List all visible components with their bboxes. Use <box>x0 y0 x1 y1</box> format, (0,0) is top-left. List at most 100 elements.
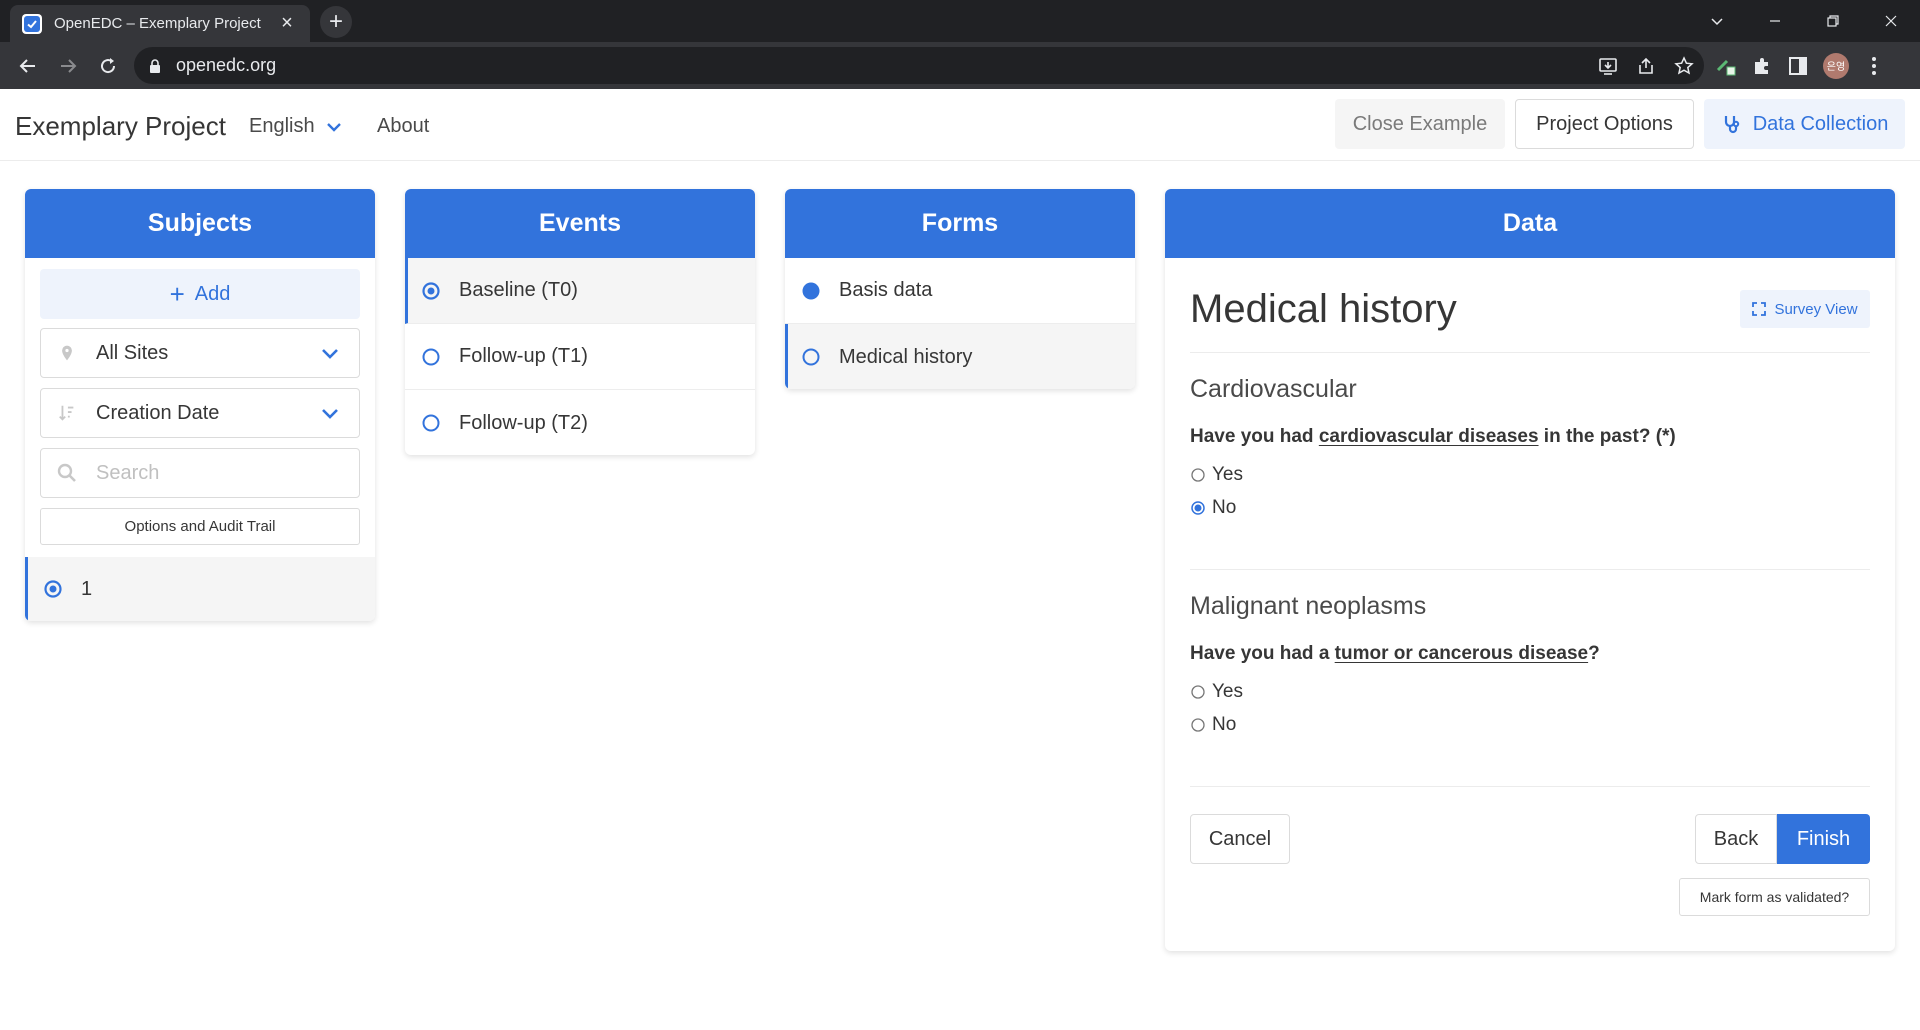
extensions-puzzle-icon[interactable] <box>1751 55 1773 77</box>
form-item-medical-history[interactable]: Medical history <box>785 324 1135 389</box>
sort-value: Creation Date <box>96 401 220 424</box>
event-label: Follow-up (T1) <box>459 345 588 367</box>
form-label: Medical history <box>839 345 973 368</box>
survey-view-button[interactable]: Survey View <box>1740 290 1870 328</box>
search-icon <box>57 463 76 482</box>
cardiovascular-no-option[interactable]: No <box>1190 497 1236 519</box>
divider <box>1190 786 1870 787</box>
stethoscope-icon <box>1724 116 1739 134</box>
event-item-followup-t1[interactable]: Follow-up (T1) <box>405 324 755 390</box>
radio-checked <box>1191 501 1205 515</box>
extension-status-icon[interactable] <box>1715 55 1737 77</box>
bookmark-star-icon[interactable] <box>1674 55 1694 76</box>
radio-unchecked <box>1191 468 1205 482</box>
form-title: Medical history <box>1190 287 1457 331</box>
profile-avatar[interactable]: 은영 <box>1823 52 1849 79</box>
event-item-baseline[interactable]: Baseline (T0) <box>405 258 755 324</box>
form-label: Basis data <box>839 279 933 301</box>
subjects-panel: Subjects + Add All Sites Creation Date O… <box>25 189 375 621</box>
site-filter-select[interactable]: All Sites <box>40 328 360 378</box>
empty-circle-icon <box>422 414 440 432</box>
chevron-down-icon <box>326 122 341 132</box>
new-tab-button[interactable]: + <box>320 6 352 38</box>
data-panel: Data Medical history Survey View Cardiov… <box>1165 189 1895 951</box>
mark-validated-button[interactable]: Mark form as validated? <box>1679 878 1870 916</box>
sort-icon <box>56 402 78 424</box>
side-panel-icon[interactable] <box>1787 55 1809 77</box>
browser-menu-icon[interactable] <box>1863 55 1885 77</box>
tumor-term-link[interactable]: tumor or cancerous disease <box>1335 643 1588 664</box>
window-controls <box>1688 0 1920 42</box>
question-neoplasms: Have you had a tumor or cancerous diseas… <box>1190 643 1600 664</box>
neoplasm-no-option[interactable]: No <box>1190 714 1236 736</box>
selected-radio-icon <box>44 580 62 598</box>
url-text: openedc.org <box>176 55 277 75</box>
data-collection-label: Data Collection <box>1752 112 1889 135</box>
close-window-icon[interactable] <box>1862 0 1920 42</box>
project-title: Exemplary Project <box>15 111 226 141</box>
language-dropdown[interactable]: English <box>249 115 343 138</box>
install-app-icon[interactable] <box>1598 56 1618 76</box>
subjects-heading: Subjects <box>25 189 375 258</box>
form-item-basis-data[interactable]: Basis data <box>785 258 1135 324</box>
data-collection-button[interactable]: Data Collection <box>1704 99 1905 149</box>
add-subject-label: Add <box>194 282 231 305</box>
about-link[interactable]: About <box>377 115 429 138</box>
close-example-button[interactable]: Close Example <box>1335 99 1505 149</box>
event-item-followup-t2[interactable]: Follow-up (T2) <box>405 390 755 455</box>
question-cardiovascular: Have you had cardiovascular diseases in … <box>1190 426 1676 447</box>
options-audit-trail-button[interactable]: Options and Audit Trail <box>40 508 360 545</box>
back-button[interactable]: Back <box>1695 814 1777 864</box>
empty-circle-icon <box>422 348 440 365</box>
option-label: Yes <box>1212 464 1243 485</box>
chevron-down-icon <box>322 349 338 359</box>
forward-arrow-icon[interactable] <box>52 50 84 82</box>
divider <box>1190 569 1870 570</box>
search-input[interactable] <box>96 461 336 485</box>
minimize-icon[interactable] <box>1746 0 1804 42</box>
section-title: Cardiovascular <box>1190 375 1357 403</box>
forms-heading: Forms <box>785 189 1135 258</box>
cardiovascular-term-link[interactable]: cardiovascular diseases <box>1319 426 1539 447</box>
tab-title: OpenEDC – Exemplary Project <box>54 15 261 32</box>
events-heading: Events <box>405 189 755 258</box>
event-label: Follow-up (T2) <box>459 411 588 434</box>
browser-tabstrip: OpenEDC – Exemplary Project × + <box>0 0 1920 42</box>
empty-circle-icon <box>802 348 820 366</box>
divider <box>1190 352 1870 353</box>
lock-icon <box>150 58 160 73</box>
browser-tab[interactable]: OpenEDC – Exemplary Project × <box>10 5 310 42</box>
neoplasm-yes-option[interactable]: Yes <box>1190 681 1243 703</box>
filled-circle-icon <box>802 282 820 299</box>
expand-icon <box>1752 302 1767 316</box>
subject-list-item[interactable]: 1 <box>25 557 375 621</box>
option-label: No <box>1212 714 1237 735</box>
finish-button[interactable]: Finish <box>1777 814 1870 864</box>
radio-unchecked <box>1191 685 1205 699</box>
option-label: Yes <box>1212 681 1243 702</box>
back-arrow-icon[interactable] <box>12 50 44 82</box>
share-icon[interactable] <box>1636 56 1656 76</box>
project-options-button[interactable]: Project Options <box>1515 99 1694 149</box>
option-label: No <box>1212 497 1237 518</box>
sort-select[interactable]: Creation Date <box>40 388 360 438</box>
openedc-favicon-icon <box>22 13 42 34</box>
events-panel: Events Baseline (T0) Follow-up (T1) Foll… <box>405 189 755 455</box>
forms-panel: Forms Basis data Medical history <box>785 189 1135 389</box>
reload-icon[interactable] <box>92 50 124 82</box>
tab-search-icon[interactable] <box>1688 0 1746 42</box>
cancel-button[interactable]: Cancel <box>1190 814 1290 864</box>
app-navbar: Exemplary Project English About Close Ex… <box>0 89 1920 161</box>
site-filter-value: All Sites <box>96 341 169 364</box>
add-subject-button[interactable]: + Add <box>40 269 360 319</box>
section-title: Malignant neoplasms <box>1190 592 1427 620</box>
tab-close-icon[interactable]: × <box>276 12 298 35</box>
plus-icon: + <box>169 279 185 309</box>
restore-icon[interactable] <box>1804 0 1862 42</box>
survey-view-label: Survey View <box>1774 300 1858 318</box>
browser-toolbar: openedc.org 은영 <box>0 42 1920 89</box>
chevron-down-icon <box>322 409 338 419</box>
cardiovascular-yes-option[interactable]: Yes <box>1190 464 1243 486</box>
address-bar[interactable]: openedc.org <box>134 47 1704 84</box>
radio-unchecked <box>1191 718 1205 732</box>
